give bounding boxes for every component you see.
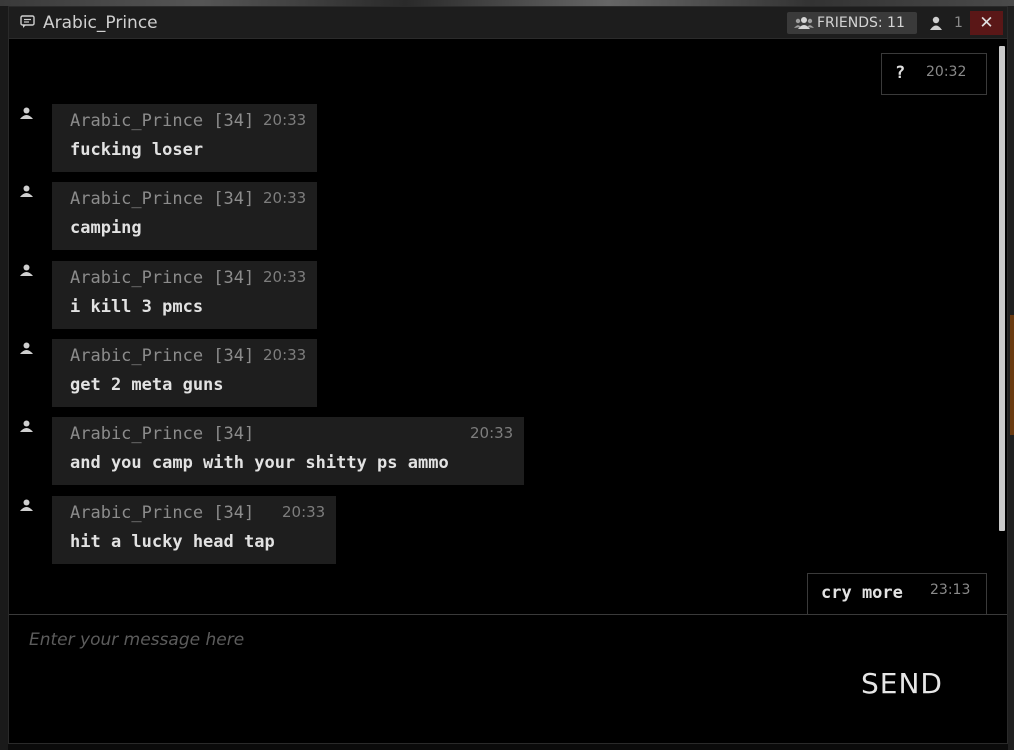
background-accent — [1010, 315, 1014, 435]
person-icon — [20, 420, 33, 432]
title-bar[interactable]: Arabic_Prince FRIENDS: 11 1 ✕ — [9, 7, 1007, 39]
message-time: 23:13 — [930, 582, 971, 598]
online-count: 1 — [954, 15, 963, 31]
message-sender: Arabic_Prince [34] — [70, 346, 255, 366]
message-sender: Arabic_Prince [34] — [70, 189, 255, 209]
message-text: fucking loser — [70, 140, 204, 160]
send-button[interactable]: SEND — [847, 663, 957, 703]
message-time: 20:33 — [263, 346, 307, 364]
message-time: 20:33 — [263, 111, 307, 129]
scrollbar[interactable] — [999, 46, 1005, 531]
message-time: 20:33 — [263, 268, 307, 286]
message-incoming: Arabic_Prince [34] 20:33 i kill 3 pmcs — [9, 261, 329, 331]
message-bubble: Arabic_Prince [34] 20:33 fucking loser — [52, 104, 317, 172]
message-incoming: Arabic_Prince [34] 20:33 hit a lucky hea… — [9, 496, 349, 566]
chat-window: Arabic_Prince FRIENDS: 11 1 ✕ ? 20:32 Ar… — [8, 6, 1008, 744]
message-incoming: Arabic_Prince [34] 20:33 get 2 meta guns — [9, 339, 329, 409]
message-bubble: Arabic_Prince [34] 20:33 camping — [52, 182, 317, 250]
message-outgoing: ? 20:32 — [881, 53, 987, 95]
message-incoming: Arabic_Prince [34] 20:33 camping — [9, 182, 329, 252]
chat-icon — [20, 15, 35, 28]
person-icon — [20, 342, 33, 354]
window-title: Arabic_Prince — [43, 13, 158, 33]
message-text: cry more — [821, 583, 903, 603]
person-icon — [930, 16, 942, 30]
message-sender: Arabic_Prince [34] — [70, 424, 255, 444]
message-outgoing: cry more 23:13 — [807, 573, 987, 617]
person-icon — [20, 264, 33, 276]
message-sender: Arabic_Prince [34] — [70, 111, 255, 131]
message-text: and you camp with your shitty ps ammo — [70, 453, 449, 473]
message-bubble: Arabic_Prince [34] 20:33 and you camp wi… — [52, 417, 524, 485]
person-icon — [20, 107, 33, 119]
friends-count: FRIENDS: 11 — [817, 15, 905, 31]
message-time: 20:33 — [282, 503, 326, 521]
message-time: 20:33 — [263, 189, 307, 207]
person-icon — [20, 499, 33, 511]
message-list[interactable]: ? 20:32 Arabic_Prince [34] 20:33 fucking… — [9, 40, 1007, 617]
message-text: i kill 3 pmcs — [70, 297, 204, 317]
close-button[interactable]: ✕ — [970, 11, 1003, 35]
message-sender: Arabic_Prince [34] — [70, 268, 255, 288]
message-bubble: Arabic_Prince [34] 20:33 hit a lucky hea… — [52, 496, 336, 564]
background-edge-left — [0, 6, 8, 750]
message-text: camping — [70, 218, 142, 238]
message-incoming: Arabic_Prince [34] 20:33 fucking loser — [9, 104, 329, 174]
message-bubble: Arabic_Prince [34] 20:33 get 2 meta guns — [52, 339, 317, 407]
message-composer: SEND — [9, 614, 1007, 743]
friends-icon — [794, 17, 814, 29]
friends-button[interactable]: FRIENDS: 11 — [787, 12, 917, 34]
person-icon — [20, 185, 33, 197]
message-text: get 2 meta guns — [70, 375, 224, 395]
message-input[interactable] — [21, 625, 821, 655]
message-sender: Arabic_Prince [34] — [70, 503, 255, 523]
message-time: 20:33 — [470, 424, 514, 442]
message-text: ? — [895, 63, 906, 83]
message-bubble: Arabic_Prince [34] 20:33 i kill 3 pmcs — [52, 261, 317, 329]
message-time: 20:32 — [926, 64, 967, 80]
message-text: hit a lucky head tap — [70, 532, 275, 552]
message-incoming: Arabic_Prince [34] 20:33 and you camp wi… — [9, 417, 529, 487]
